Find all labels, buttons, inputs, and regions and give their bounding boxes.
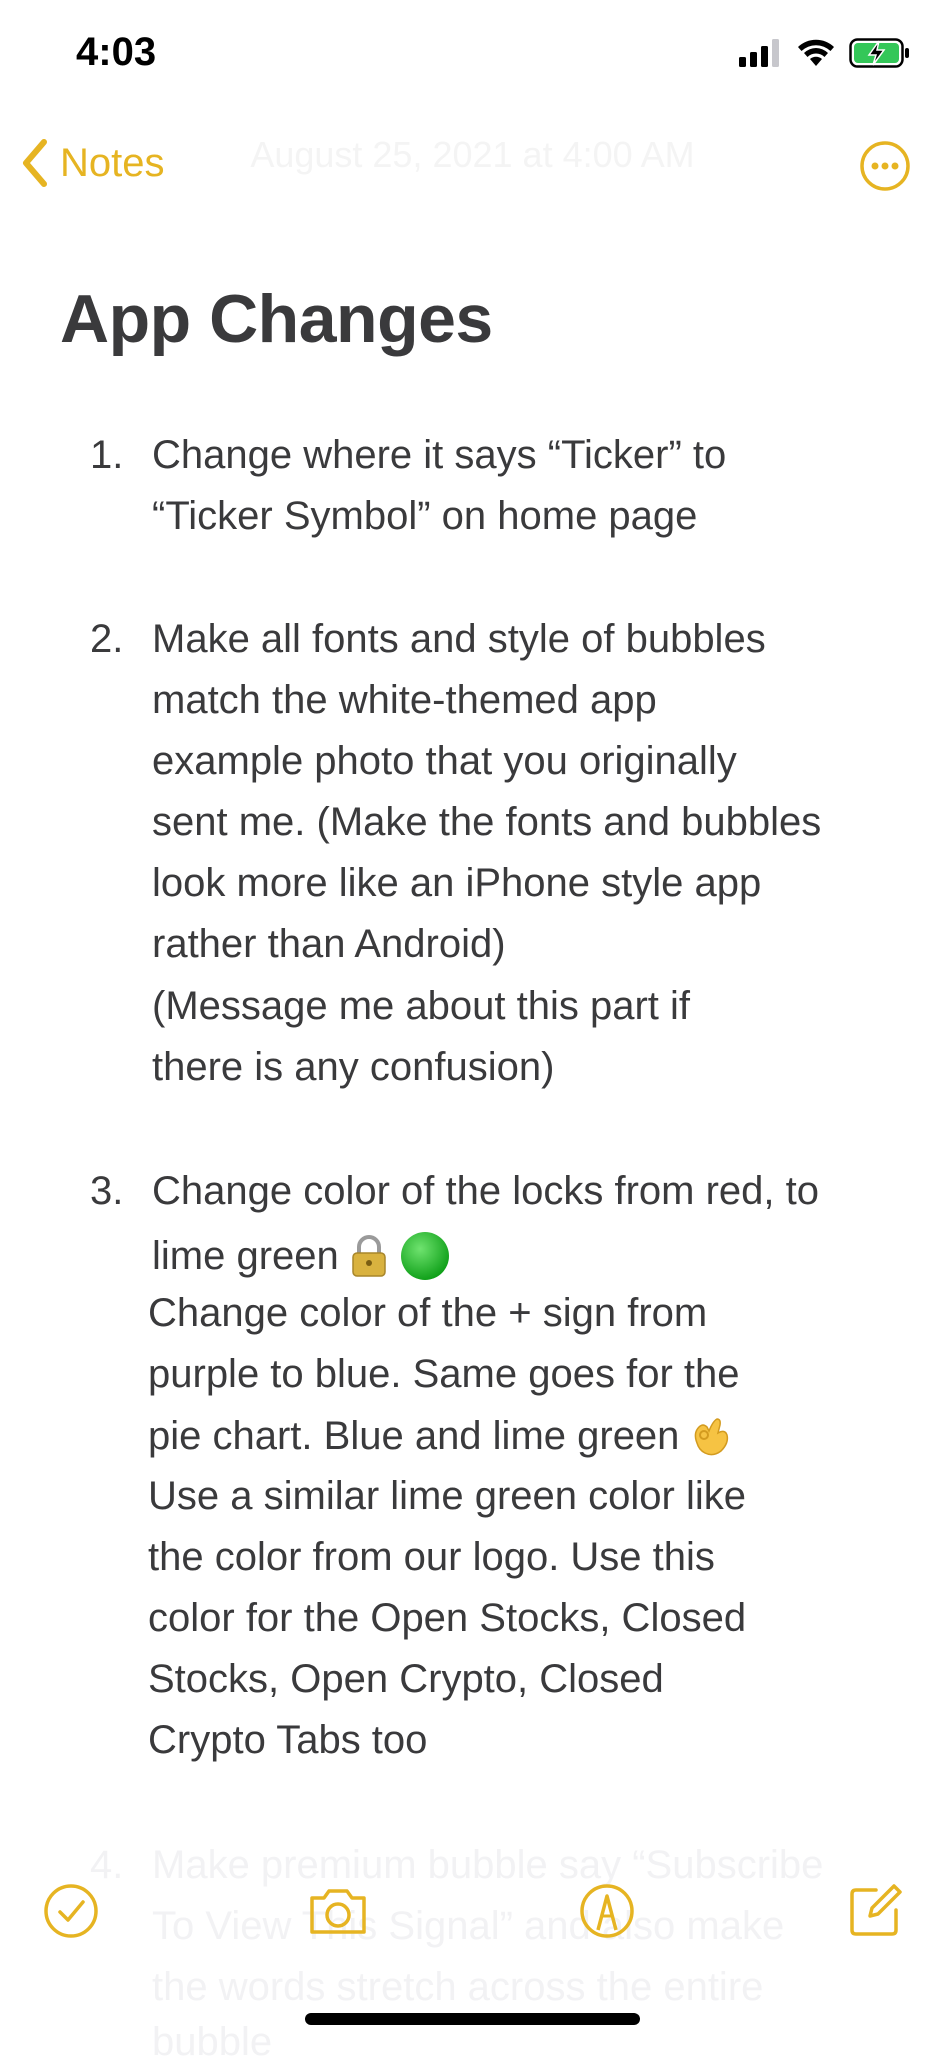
note-line: Change where it says “Ticker” to [152, 433, 727, 477]
status-bar: 4:03 [0, 0, 945, 110]
note-line: “Ticker Symbol” on home page [152, 494, 698, 538]
status-time: 4:03 [76, 30, 157, 74]
note-title: App Changes [60, 281, 493, 357]
nav-bar: August 25, 2021 at 4:00 AM Notes [0, 110, 945, 230]
signal-icon [739, 39, 779, 67]
list-number: 1. [90, 433, 124, 477]
note-line-with-emoji: lime green [152, 1230, 451, 1282]
bottom-toolbar [0, 1860, 945, 1960]
status-icons [739, 38, 911, 68]
compose-icon[interactable] [846, 1882, 904, 1940]
ok-hand-emoji [695, 1418, 729, 1456]
note-line: Change color of the locks from red, to [152, 1169, 819, 1213]
note-line: the words stretch across the entire [152, 1965, 764, 2009]
note-line: (Message me about this part if [152, 984, 691, 1028]
note-line: Use a similar lime green color like [148, 1474, 746, 1518]
list-number: 3. [90, 1169, 124, 1213]
note-line: look more like an iPhone style app [152, 861, 762, 905]
battery-charging-icon [849, 38, 909, 68]
ellipsis-circle-icon[interactable] [859, 140, 911, 192]
note-line: sent me. (Make the fonts and bubbles [152, 800, 822, 844]
checklist-icon[interactable] [42, 1882, 100, 1940]
note-line: example photo that you originally [152, 739, 737, 783]
list-number: 2. [90, 617, 124, 661]
note-line-with-emoji: pie chart. Blue and lime green [148, 1413, 733, 1459]
wifi-icon [798, 39, 834, 66]
camera-icon[interactable] [306, 1882, 370, 1940]
note-line: Make all fonts and style of bubbles [152, 617, 766, 661]
note-line: Crypto Tabs too [148, 1718, 428, 1762]
home-indicator[interactable] [305, 2013, 640, 2025]
green-circle-emoji [400, 1232, 449, 1280]
note-line: there is any confusion) [152, 1045, 555, 1089]
note-line: bubble [152, 2020, 273, 2064]
note-line: Stocks, Open Crypto, Closed [148, 1657, 664, 1701]
chevron-left-icon [23, 139, 47, 187]
back-label: Notes [60, 140, 165, 185]
note-line: rather than Android) [152, 922, 506, 966]
note-line: pie chart. Blue and lime green [148, 1413, 680, 1458]
markup-icon[interactable] [578, 1882, 636, 1940]
lock-emoji [352, 1235, 386, 1277]
note-line: color for the Open Stocks, Closed [148, 1596, 747, 1640]
note-line: purple to blue. Same goes for the [148, 1352, 740, 1396]
back-button[interactable]: Notes [20, 138, 165, 188]
note-line: Change color of the + sign from [148, 1291, 708, 1335]
note-line: lime green [152, 1233, 339, 1278]
note-line: match the white-themed app [152, 678, 657, 722]
note-line: the color from our logo. Use this [148, 1535, 715, 1579]
